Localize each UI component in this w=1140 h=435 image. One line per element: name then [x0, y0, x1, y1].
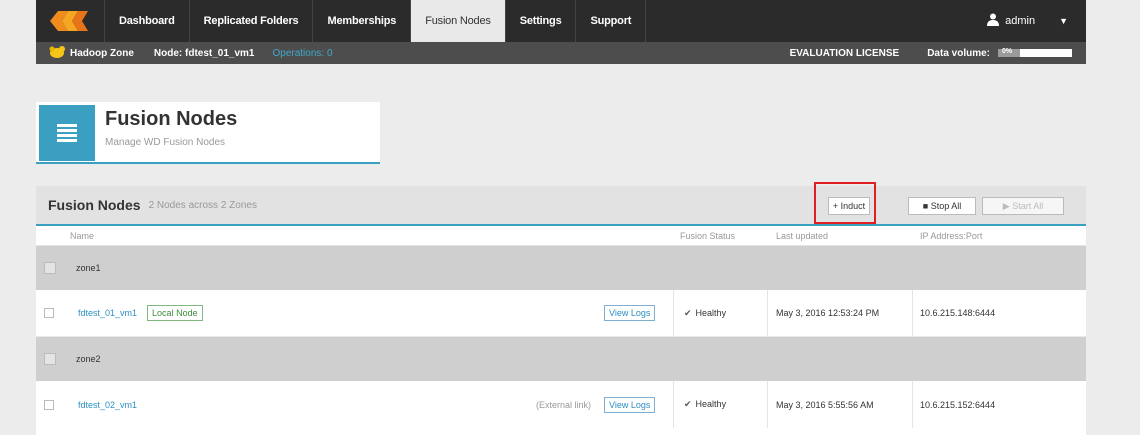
status-text: Healthy — [695, 399, 727, 409]
panel-title: Fusion Nodes — [48, 197, 141, 213]
row-checkbox[interactable] — [44, 399, 54, 410]
row-checkbox[interactable] — [44, 308, 54, 318]
column-updated: Last updated — [776, 230, 829, 241]
hadoop-elephant-icon — [48, 45, 66, 62]
local-node-badge: Local Node — [147, 305, 203, 321]
tab-settings[interactable]: Settings — [504, 0, 576, 42]
data-volume-bar: 0% — [998, 48, 1072, 57]
checkmark-icon: ✔ — [684, 399, 692, 409]
license-label: EVALUATION LICENSE — [789, 47, 900, 59]
ip-address: 10.6.215.148:6444 — [920, 308, 996, 318]
view-logs-button[interactable]: View Logs — [604, 305, 656, 321]
zone-name: Hadoop Zone — [70, 47, 134, 59]
zone-group-row: zone2 — [36, 337, 1086, 381]
user-icon — [987, 13, 1000, 29]
start-all-button[interactable]: ▶ Start All — [982, 197, 1064, 215]
last-updated: May 3, 2016 12:53:24 PM — [776, 308, 880, 318]
page-header-card: Fusion Nodes Manage WD Fusion Nodes — [36, 102, 380, 164]
page-subtitle: Manage WD Fusion Nodes — [105, 137, 226, 148]
node-link[interactable]: fdtest_02_vm1 — [78, 400, 137, 410]
last-updated: May 3, 2016 5:55:56 AM — [776, 399, 874, 410]
node-link[interactable]: fdtest_01_vm1 — [78, 308, 137, 318]
checkmark-icon: ✔ — [684, 307, 692, 318]
external-link-label[interactable]: (External link) — [536, 400, 591, 410]
table-row: fdtest_01_vm1 Local Node View Logs ✔ Heal… — [36, 290, 1086, 337]
panel-summary: 2 Nodes across 2 Zones — [148, 199, 257, 211]
wandisco-logo-icon[interactable] — [36, 0, 104, 42]
data-volume-label: Data volume: — [927, 47, 990, 59]
node-name: Node: fdtest_01_vm1 — [153, 47, 255, 59]
user-menu[interactable]: admin ▼ — [987, 0, 1086, 42]
fusion-nodes-panel: Fusion Nodes 2 Nodes across 2 Zones + In… — [36, 182, 1086, 435]
zone-checkbox[interactable] — [44, 353, 56, 365]
view-logs-button[interactable]: View Logs — [604, 396, 656, 413]
highlight-box — [814, 182, 876, 224]
zone-label: zone1 — [76, 263, 101, 273]
column-name: Name — [70, 230, 95, 241]
column-ip: IP Address:Port — [920, 230, 983, 241]
stop-all-button[interactable]: ■ Stop All — [908, 197, 976, 215]
tab-memberships[interactable]: Memberships — [312, 0, 410, 42]
status-healthy: ✔ Healthy — [684, 308, 726, 319]
status-bar: Hadoop Zone Node: fdtest_01_vm1 Operatio… — [36, 42, 1086, 64]
tab-dashboard[interactable]: Dashboard — [104, 0, 189, 42]
status-healthy: ✔ Healthy — [684, 399, 726, 410]
user-name: admin — [1005, 15, 1036, 27]
panel-header: Fusion Nodes 2 Nodes across 2 Zones + In… — [36, 182, 1086, 226]
tab-support[interactable]: Support — [575, 0, 647, 42]
page-title: Fusion Nodes — [105, 108, 238, 130]
status-text: Healthy — [695, 307, 727, 318]
top-navbar: Dashboard Replicated Folders Memberships… — [36, 0, 1086, 42]
zone-checkbox[interactable] — [44, 262, 56, 274]
list-icon — [39, 105, 95, 161]
zone-group-row: zone1 — [36, 246, 1086, 290]
table-row: fdtest_02_vm1 (External link) View Logs … — [36, 381, 1086, 428]
operations-link[interactable]: Operations: 0 — [272, 48, 332, 59]
zone-label: zone2 — [76, 354, 101, 364]
column-status: Fusion Status — [680, 230, 736, 241]
tab-replicated-folders[interactable]: Replicated Folders — [188, 0, 313, 42]
data-volume-text: 0% — [1002, 48, 1013, 55]
table-header: Name Fusion Status Last updated IP Addre… — [36, 226, 1086, 246]
ip-address: 10.6.215.152:6444 — [920, 399, 996, 410]
tab-fusion-nodes[interactable]: Fusion Nodes — [410, 0, 505, 42]
chevron-down-icon: ▼ — [1059, 16, 1068, 26]
